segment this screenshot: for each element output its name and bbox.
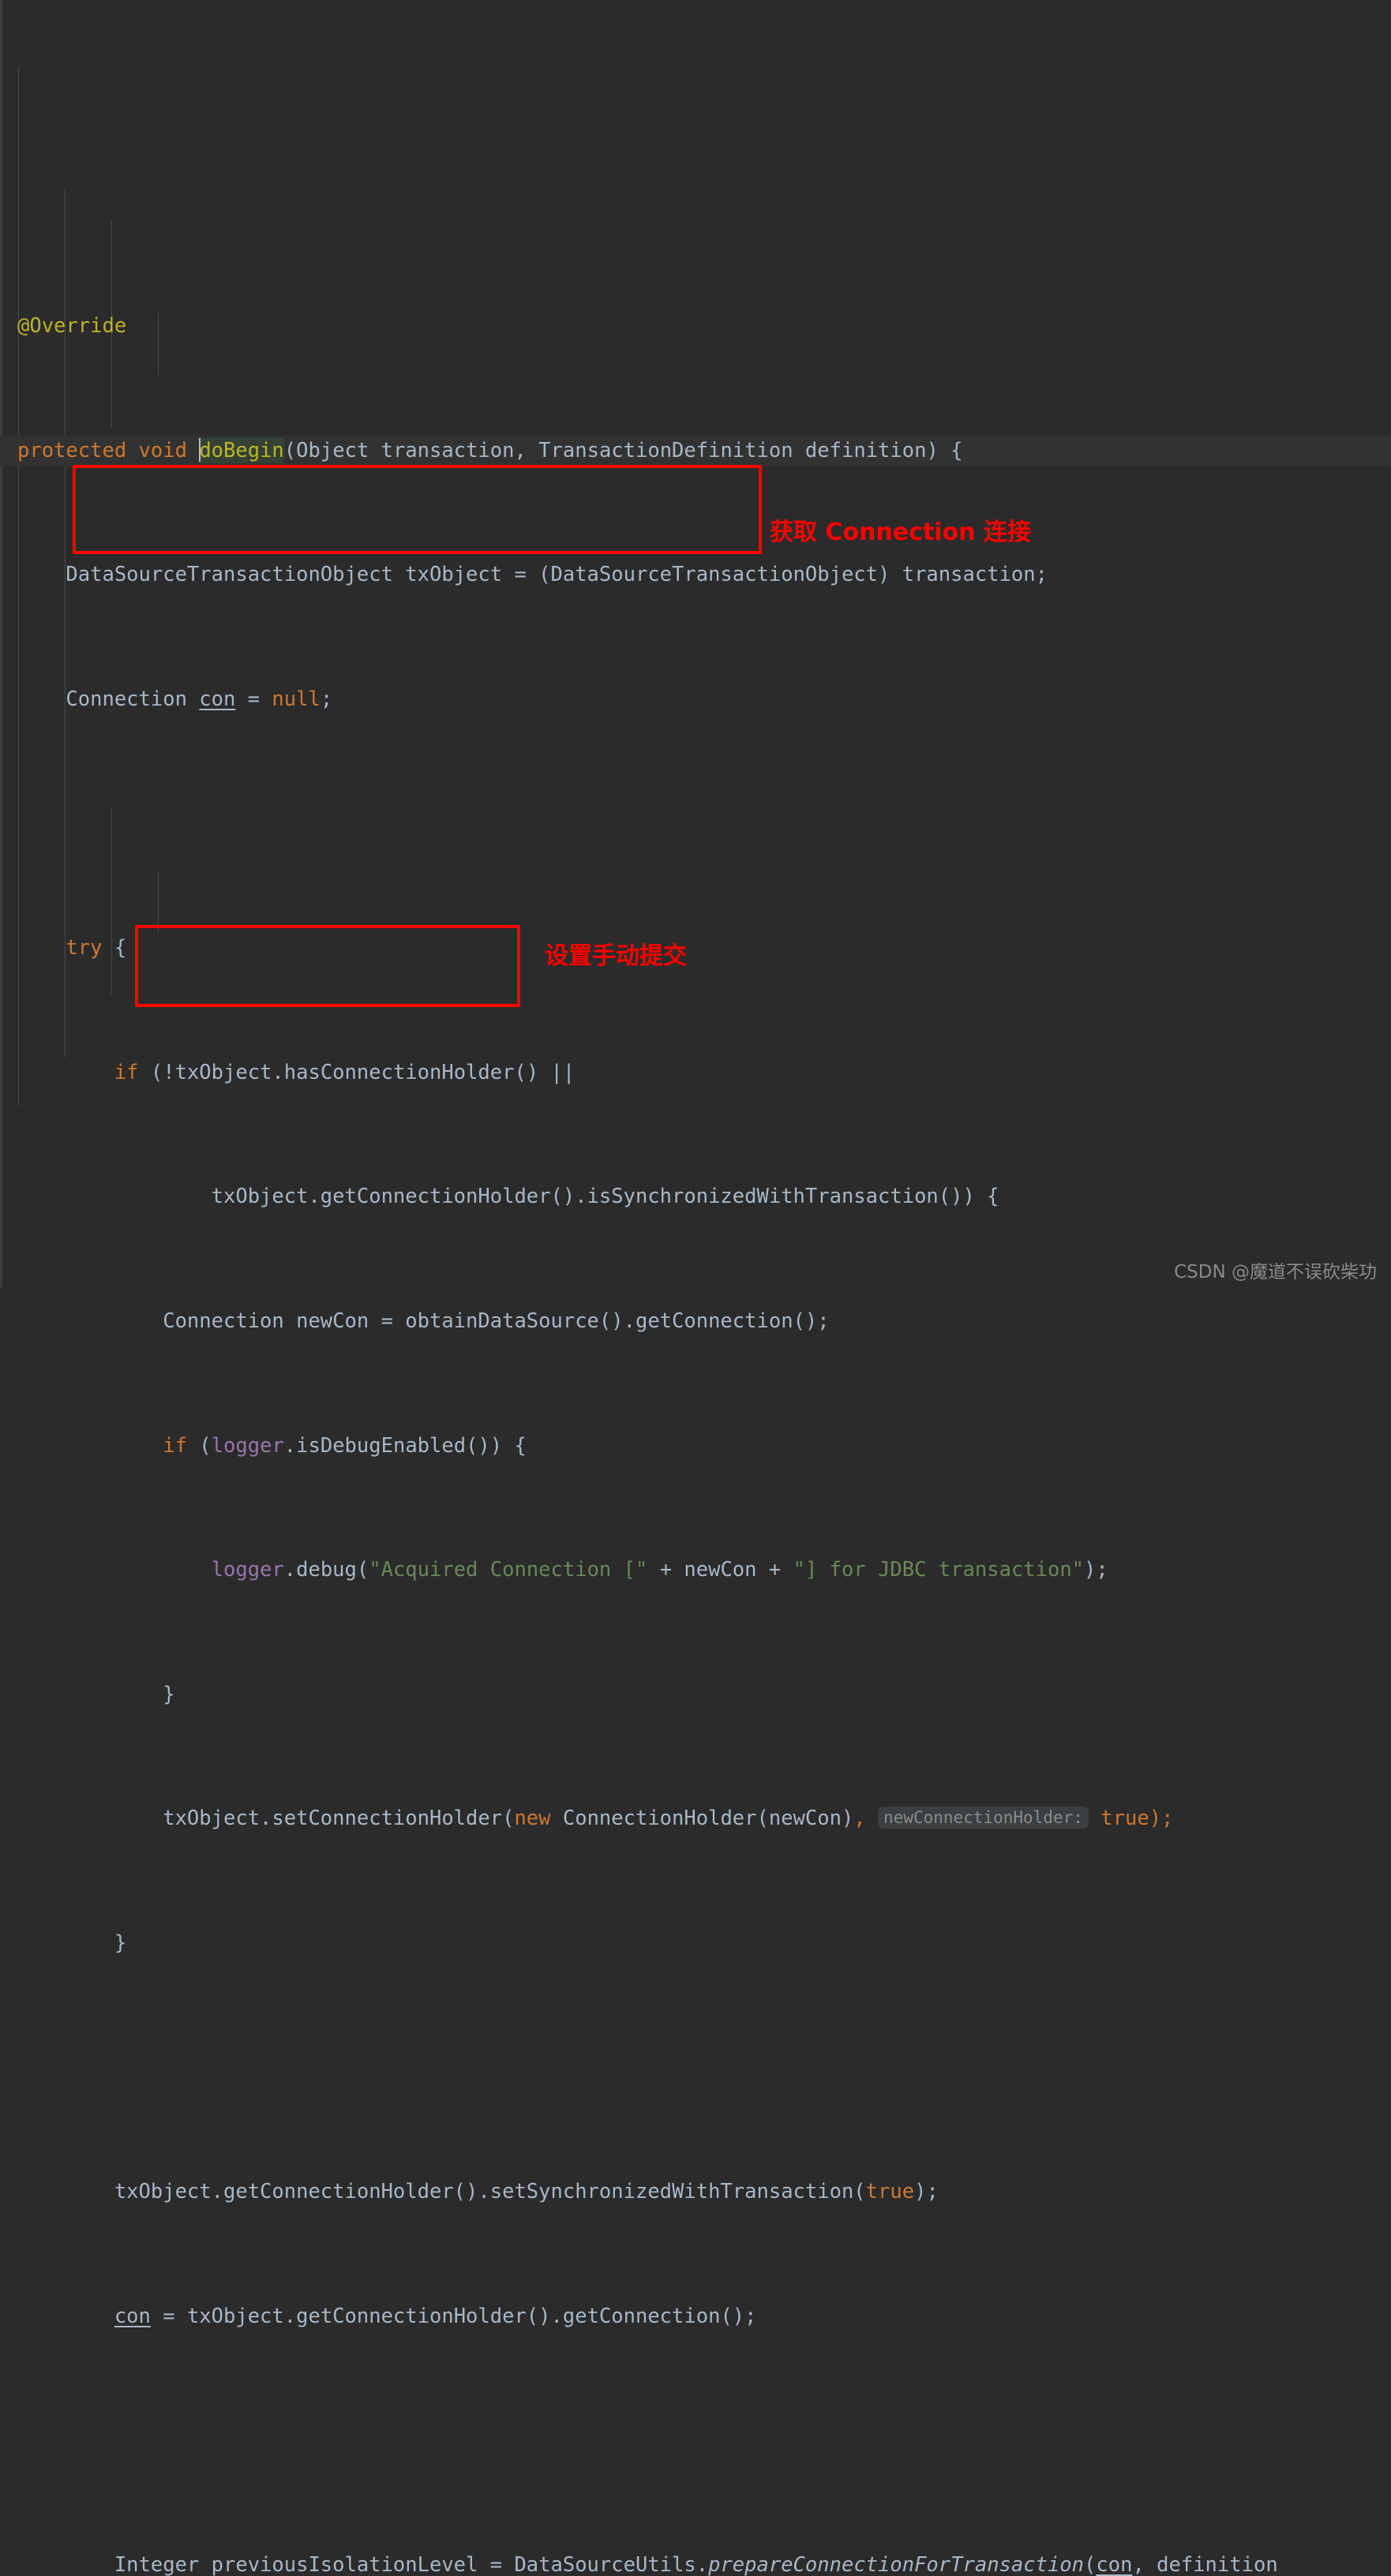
token-signature-params: (Object transaction, TransactionDefiniti… bbox=[283, 438, 963, 462]
token-try: try bbox=[66, 936, 103, 960]
token-void: void bbox=[138, 438, 187, 462]
inlay-hint-newconnectionholder[interactable]: newConnectionHolder: bbox=[878, 1807, 1089, 1829]
field-logger[interactable]: logger bbox=[212, 1558, 284, 1582]
static-method-prepareconnection: prepareConnectionForTransaction bbox=[708, 2553, 1085, 2576]
code-line[interactable]: Integer previousIsolationLevel = DataSou… bbox=[0, 2550, 1391, 2576]
method-name-dobegin[interactable]: doBegin bbox=[199, 437, 284, 463]
code-line[interactable]: } bbox=[0, 1928, 1391, 1959]
csdn-watermark: CSDN @魔道不误砍柴功 bbox=[1174, 1262, 1377, 1282]
code-line[interactable]: txObject.getConnectionHolder().isSynchro… bbox=[0, 1181, 1391, 1212]
variable-con[interactable]: con bbox=[199, 687, 235, 711]
string-for-jdbc-transaction: "] for JDBC transaction" bbox=[793, 1558, 1085, 1582]
code-line[interactable]: Connection con = null; bbox=[0, 684, 1391, 715]
code-line-get-connection[interactable]: con = txObject.getConnectionHolder().get… bbox=[0, 2301, 1391, 2332]
code-line[interactable]: logger.debug("Acquired Connection [" + n… bbox=[0, 1555, 1391, 1586]
set-manual-commit-note: 设置手动提交 bbox=[545, 942, 687, 970]
token-protected: protected bbox=[17, 438, 127, 462]
code-line-set-connection-holder[interactable]: txObject.setConnectionHolder(new Connect… bbox=[0, 1803, 1391, 1834]
indent-guides bbox=[0, 0, 1391, 1288]
string-acquired-connection: "Acquired Connection [" bbox=[369, 1558, 648, 1582]
token-new: new bbox=[514, 1807, 551, 1831]
code-line-set-synchronized[interactable]: txObject.getConnectionHolder().setSynchr… bbox=[0, 2177, 1391, 2207]
token-if: if bbox=[163, 1433, 187, 1458]
override-annotation-token: @Override bbox=[17, 314, 127, 339]
token-true: true bbox=[1100, 1807, 1149, 1831]
indent-guide bbox=[158, 871, 159, 932]
code-line[interactable]: DataSourceTransactionObject txObject = (… bbox=[0, 560, 1391, 590]
get-connection-note: 获取 Connection 连接 bbox=[770, 519, 1031, 546]
token-if: if bbox=[114, 1060, 139, 1084]
variable-con[interactable]: con bbox=[114, 2305, 151, 2328]
code-editor[interactable]: @Override protected void doBegin(Object … bbox=[0, 0, 1391, 2576]
code-line[interactable]: if (logger.isDebugEnabled()) { bbox=[0, 1431, 1391, 1462]
field-logger[interactable]: logger bbox=[212, 1434, 284, 1458]
code-line-annotation[interactable]: @Override bbox=[0, 311, 1391, 342]
variable-con[interactable]: con bbox=[1096, 2553, 1132, 2576]
code-line[interactable]: } bbox=[0, 1679, 1391, 1710]
code-line-method-signature[interactable]: protected void doBegin(Object transactio… bbox=[0, 435, 1391, 467]
code-line[interactable]: Connection newCon = obtainDataSource().g… bbox=[0, 1306, 1391, 1337]
editor-left-gutter bbox=[0, 0, 2, 1288]
code-line[interactable]: if (!txObject.hasConnectionHolder() || bbox=[0, 1058, 1391, 1088]
code-line[interactable]: try { bbox=[0, 933, 1391, 964]
text-caret bbox=[199, 437, 201, 462]
